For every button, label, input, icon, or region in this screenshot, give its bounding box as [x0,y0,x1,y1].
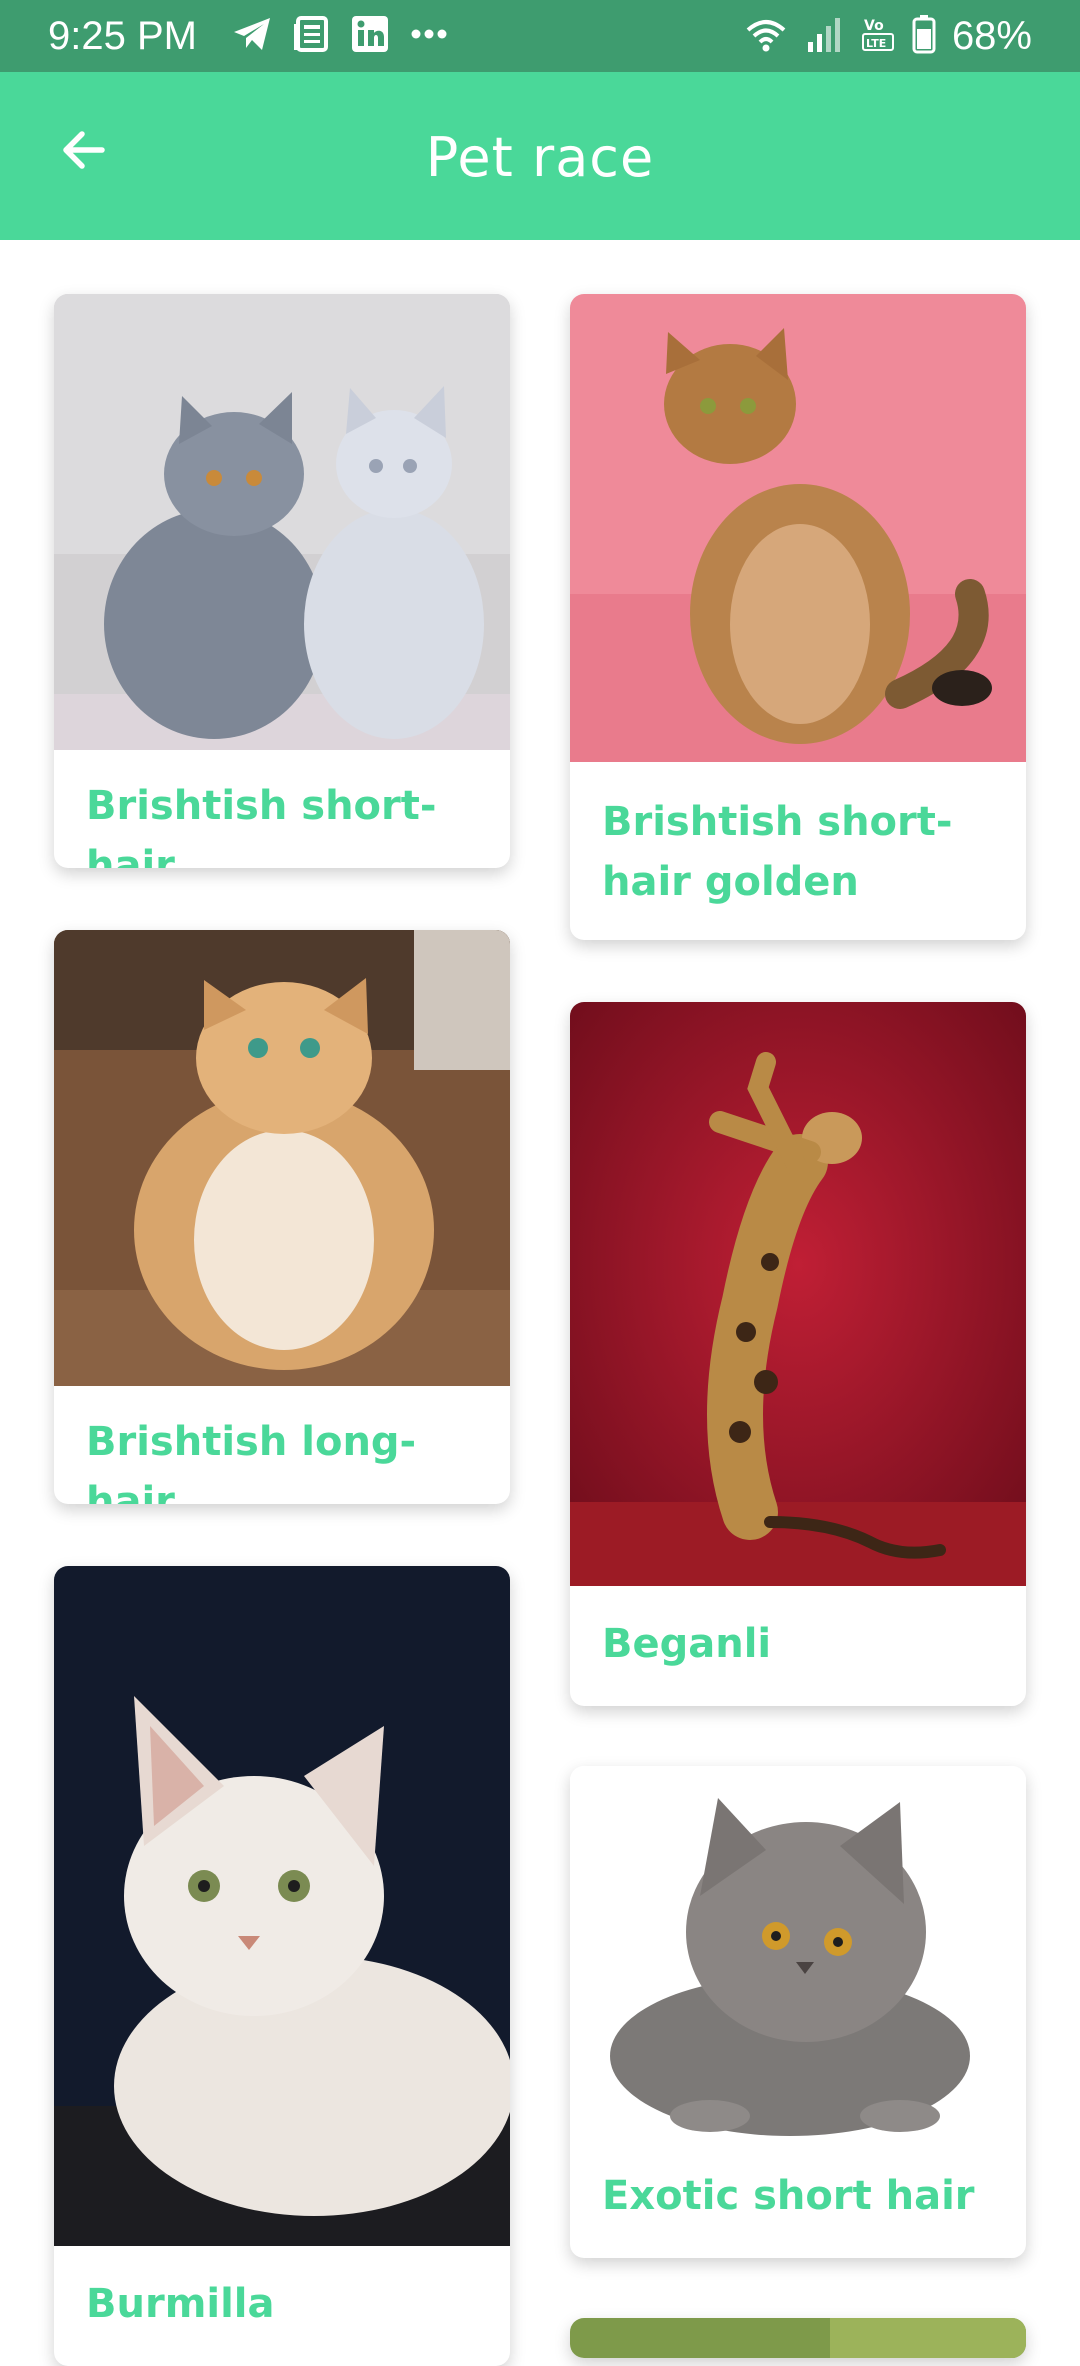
notification-icons [232,14,450,58]
breed-card-british-long-hair[interactable]: Brishtish long-hair [54,930,510,1504]
signal-icon [804,14,844,58]
system-icons: Vo LTE 68% [744,14,1032,58]
news-icon [292,14,332,58]
battery-percent: 68% [951,14,1032,58]
status-time: 9:25 PM [48,14,197,58]
breed-name: Brishtish long-hair [86,1419,417,1504]
volte-icon: Vo LTE [860,14,896,58]
linkedin-icon [350,14,390,58]
cat-photo [570,1002,1026,1586]
breed-name: Burmilla [86,2281,275,2327]
breed-card-british-short-hair[interactable]: Brishtish short-hair [54,294,510,868]
breed-card-exotic-short-hair[interactable]: Exotic short hair [570,1766,1026,2258]
breed-name: Brishtish short-hair golden [602,799,953,905]
app-bar: Pet race [0,72,1080,240]
breed-name: Exotic short hair [602,2173,975,2219]
wifi-icon [744,14,788,58]
breed-card-burmilla[interactable]: Burmilla [54,1566,510,2366]
status-bar: 9:25 PM Vo LTE 68% [0,0,1080,72]
page-title: Pet race [425,126,655,189]
more-dots-icon [408,14,450,58]
cat-photo [570,1766,1026,2146]
cat-photo [570,294,1026,762]
cat-photo [54,1566,510,2246]
breed-name: Brishtish short-hair [86,783,437,868]
cat-photo [570,2318,1026,2358]
breed-card-british-short-hair-golden[interactable]: Brishtish short-hair golden [570,294,1026,940]
breed-name: Beganli [602,1621,772,1667]
telegram-icon [232,14,274,58]
svg-text:Vo: Vo [864,18,884,34]
cat-photo [54,294,510,750]
battery-icon [912,14,936,58]
breed-card-partial[interactable] [570,2318,1026,2358]
breed-card-beganli[interactable]: Beganli [570,1002,1026,1706]
cat-photo [54,930,510,1386]
svg-text:LTE: LTE [866,37,886,50]
